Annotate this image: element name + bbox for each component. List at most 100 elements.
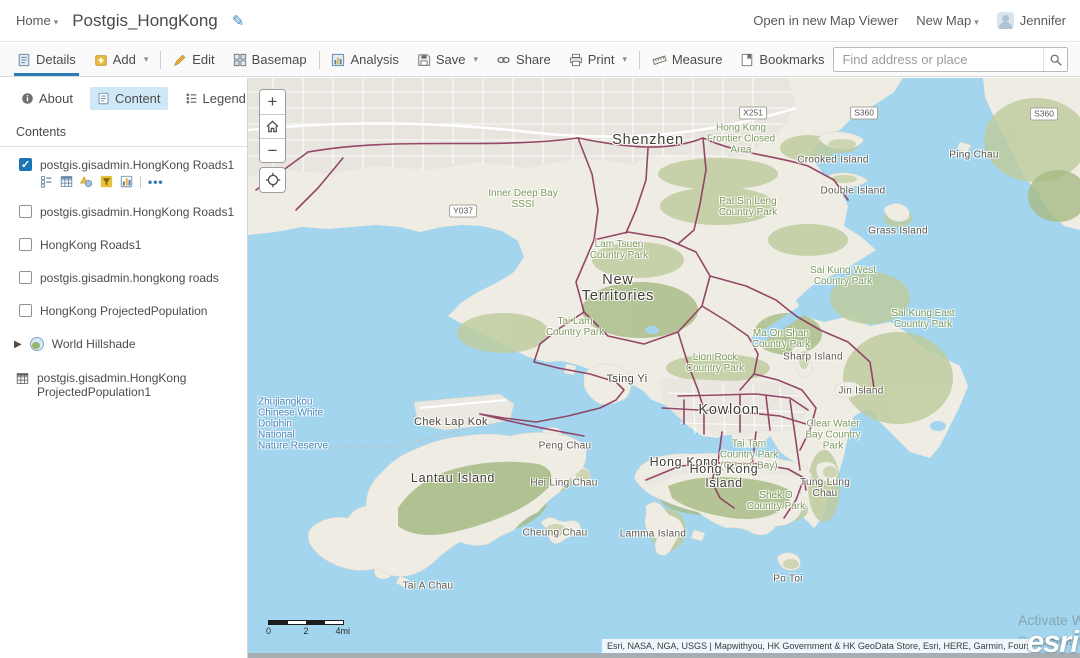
tab-about-label: About [39, 91, 73, 106]
basemap-label: Basemap [252, 52, 307, 67]
basemap [248, 78, 1080, 658]
map-title: Postgis_HongKong [72, 11, 218, 31]
share-icon [496, 53, 511, 67]
layer-row[interactable]: HongKong Roads1 [0, 229, 247, 256]
user-menu[interactable]: Jennifer [997, 12, 1066, 29]
bookmarks-label: Bookmarks [759, 52, 824, 67]
tab-content-label: Content [115, 91, 161, 106]
basemap-icon [233, 53, 247, 67]
save-button[interactable]: Save ▾ [408, 43, 487, 76]
layer-label: postgis.gisadmin.HongKong ProjectedPopul… [37, 371, 222, 399]
toolbar-separator [319, 51, 320, 69]
tab-about[interactable]: About [14, 87, 80, 110]
chevron-down-icon: ▾ [54, 17, 59, 27]
tab-legend-label: Legend [203, 91, 246, 106]
save-icon [417, 53, 431, 67]
home-label: Home [16, 13, 51, 28]
zoom-in-button[interactable]: + [260, 90, 285, 114]
details-label: Details [36, 52, 76, 67]
layer-row[interactable]: postgis.gisadmin.HongKong Roads1 [0, 196, 247, 223]
home-menu[interactable]: Home▾ [16, 13, 58, 28]
toolbar-separator [160, 51, 161, 69]
expand-arrow-icon[interactable]: ▶ [14, 338, 22, 352]
details-button[interactable]: Details [8, 43, 85, 76]
layer-row[interactable]: postgis.gisadmin.hongkong roads [0, 262, 247, 289]
layer-checkbox[interactable] [19, 205, 32, 218]
tab-content[interactable]: Content [90, 87, 168, 110]
show-table-icon[interactable] [60, 175, 73, 188]
layer-tools: ••• [0, 172, 247, 190]
content-icon [97, 92, 110, 105]
layer-label: postgis.gisadmin.HongKong Roads1 [40, 205, 234, 219]
chevron-down-icon: ▾ [474, 54, 479, 65]
layer-checkbox[interactable] [19, 158, 32, 171]
change-style-icon[interactable] [80, 175, 93, 188]
perform-analysis-icon[interactable] [120, 175, 133, 188]
layer-checkbox[interactable] [19, 238, 32, 251]
zoom-out-button[interactable]: − [260, 138, 285, 162]
globe-icon [30, 337, 44, 351]
new-map-label: New Map [916, 13, 971, 28]
layer-label: postgis.gisadmin.HongKong Roads1 [40, 158, 234, 172]
chevron-down-icon: ▾ [144, 54, 149, 65]
table-icon [16, 372, 29, 385]
search-box [833, 47, 1068, 72]
print-button[interactable]: Print▾ [560, 43, 636, 76]
find-my-location-button[interactable] [259, 167, 286, 193]
bottom-strip [248, 653, 1080, 658]
share-label: Share [516, 52, 551, 67]
layer-row[interactable]: postgis.gisadmin.HongKong Roads1 [0, 149, 247, 172]
edit-icon [173, 53, 187, 67]
measure-button[interactable]: Measure [643, 43, 732, 76]
edit-title-icon[interactable]: ✎ [232, 12, 245, 30]
contents-heading: Contents [0, 117, 247, 147]
add-icon [94, 53, 108, 67]
bookmarks-icon [740, 53, 754, 67]
details-icon [17, 53, 31, 67]
avatar [997, 12, 1014, 29]
print-icon [569, 53, 583, 67]
user-name: Jennifer [1020, 13, 1066, 28]
new-map-menu[interactable]: New Map▾ [916, 13, 978, 28]
home-icon [267, 121, 278, 131]
layer-row[interactable]: HongKong ProjectedPopulation [0, 295, 247, 322]
edit-label: Edit [192, 52, 214, 67]
more-options-icon[interactable]: ••• [148, 178, 164, 186]
open-in-new-map-viewer-link[interactable]: Open in new Map Viewer [753, 13, 898, 28]
share-button[interactable]: Share [487, 43, 560, 76]
app-header: Home▾ Postgis_HongKong ✎ Open in new Map… [0, 0, 1080, 42]
chevron-down-icon: ▾ [974, 17, 979, 27]
map-toolbar: Details Add ▾ Edit Basemap Analysis Save ▾… [0, 43, 1080, 77]
layer-label: postgis.gisadmin.hongkong roads [40, 271, 219, 285]
edit-button[interactable]: Edit [164, 43, 223, 76]
map-canvas[interactable]: Shenzhen Hong Kong Frontier Closed Area … [248, 78, 1080, 658]
tools-separator [140, 176, 141, 188]
show-legend-icon[interactable] [40, 175, 53, 188]
bookmarks-button[interactable]: Bookmarks [731, 43, 833, 76]
analysis-label: Analysis [350, 52, 398, 67]
info-icon [21, 92, 34, 105]
print-label: Print [588, 52, 615, 67]
layer-row-table[interactable]: postgis.gisadmin.HongKong ProjectedPopul… [0, 362, 247, 403]
filter-icon[interactable] [100, 175, 113, 188]
layer-checkbox[interactable] [19, 271, 32, 284]
home-button[interactable] [260, 114, 285, 138]
layer-row-group[interactable]: ▶ World Hillshade [0, 328, 247, 356]
add-button[interactable]: Add ▾ [85, 43, 158, 76]
add-label: Add [113, 52, 136, 67]
locate-icon [265, 172, 281, 188]
basemap-button[interactable]: Basemap [224, 43, 316, 76]
save-label: Save [436, 52, 466, 67]
analysis-button[interactable]: Analysis [322, 43, 407, 76]
zoom-controls: + − [259, 89, 286, 163]
measure-label: Measure [672, 52, 723, 67]
search-icon[interactable] [1043, 48, 1067, 71]
layer-checkbox[interactable] [19, 304, 32, 317]
layer-label: HongKong ProjectedPopulation [40, 304, 207, 318]
contents-panel: About Content Legend ◀ Contents postgis.… [0, 78, 248, 658]
search-input[interactable] [834, 52, 1043, 67]
tab-legend[interactable]: Legend [178, 87, 253, 110]
layer-label: World Hillshade [52, 337, 136, 351]
layer-label: HongKong Roads1 [40, 238, 141, 252]
analysis-icon [331, 53, 345, 67]
